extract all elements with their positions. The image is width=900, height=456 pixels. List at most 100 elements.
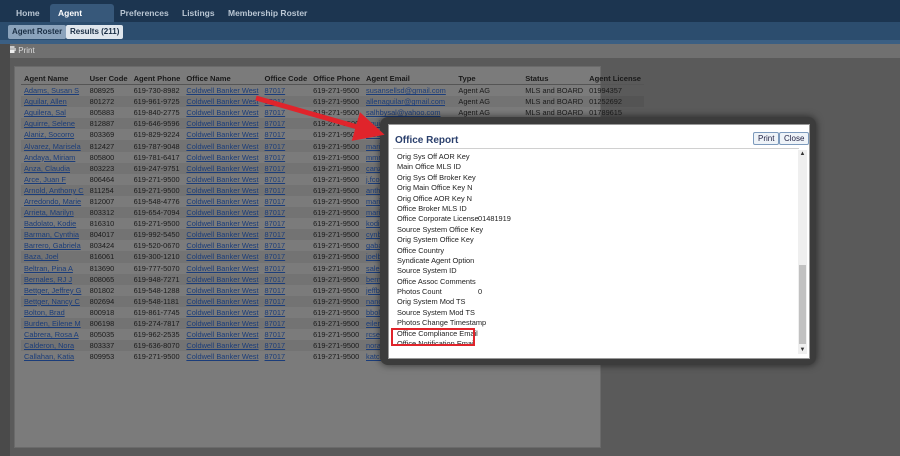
table-cell-link[interactable]: Coldwell Banker West	[183, 307, 261, 318]
table-cell-link[interactable]: Arnold, Anthony C	[21, 184, 87, 196]
table-cell-link[interactable]: Bernales, RJ J	[21, 273, 87, 285]
table-cell-link[interactable]: 87017	[262, 329, 311, 340]
table-cell-link[interactable]: Coldwell Banker West	[183, 251, 262, 263]
subtab-results[interactable]: Results (211)	[66, 25, 124, 39]
table-cell-link[interactable]: 87017	[262, 85, 311, 97]
column-header[interactable]: Office Code	[261, 72, 311, 85]
table-cell-link[interactable]: Anza, Claudia	[21, 162, 87, 174]
table-cell-link[interactable]: Coldwell Banker West	[183, 329, 261, 340]
table-cell-link[interactable]: 87017	[262, 218, 311, 229]
table-cell-link[interactable]: 87017	[262, 152, 311, 163]
column-header[interactable]: Status	[522, 72, 587, 85]
table-cell-link[interactable]: 87017	[261, 317, 311, 330]
table-cell-link[interactable]: Coldwell Banker West	[183, 184, 262, 196]
table-cell-link[interactable]: 87017	[262, 174, 311, 185]
table-cell-link[interactable]: Aguilar, Allen	[21, 96, 87, 108]
table-cell-link[interactable]: susansellsd@gmail.com	[363, 85, 455, 97]
dialog-print-button[interactable]: Print	[753, 132, 780, 145]
table-cell-link[interactable]: Calderon, Nora	[21, 340, 87, 352]
column-header[interactable]: Type	[455, 72, 523, 85]
table-cell-link[interactable]: Bolton, Brad	[21, 307, 87, 318]
table-cell-link[interactable]: Coldwell Banker West	[183, 351, 261, 362]
table-cell-link[interactable]: allenaguilar@gmail.com	[363, 96, 456, 108]
table-cell-link[interactable]: 87017	[261, 295, 311, 307]
print-button[interactable]: Print	[8, 45, 35, 57]
table-cell-link[interactable]: 87017	[261, 118, 311, 130]
column-header[interactable]: Office Name	[183, 72, 262, 85]
scrollbar-thumb[interactable]	[799, 265, 806, 344]
column-header[interactable]: Agent License	[586, 72, 645, 85]
tab-home[interactable]: Home	[8, 4, 46, 22]
table-cell-link[interactable]: Aguirre, Selene	[21, 118, 87, 130]
table-cell-link[interactable]: Coldwell Banker West	[183, 152, 261, 163]
table-cell-link[interactable]: Cabrera, Rosa A	[21, 329, 87, 340]
column-header[interactable]: Office Phone	[310, 72, 364, 85]
scroll-up-icon[interactable]: ▲	[798, 150, 807, 158]
table-cell-link[interactable]: Coldwell Banker West	[183, 162, 262, 174]
table-cell-link[interactable]: Arce, Juan F	[21, 174, 87, 185]
table-cell-link[interactable]: Coldwell Banker West	[183, 107, 261, 118]
table-cell-link[interactable]: 87017	[261, 184, 311, 196]
table-cell-link[interactable]: Beltran, Pina A	[21, 263, 87, 274]
table-cell-link[interactable]: Coldwell Banker West	[183, 140, 262, 152]
table-cell-link[interactable]: 87017	[262, 129, 311, 140]
tab-preferences[interactable]: Preferences	[112, 4, 174, 22]
table-cell-link[interactable]: Andaya, Miriam	[21, 152, 87, 163]
table-cell-link[interactable]: Coldwell Banker West	[183, 196, 261, 207]
tab-agent-roster[interactable]: Agent Roster✕	[50, 4, 114, 36]
table-cell-link[interactable]: Coldwell Banker West	[183, 207, 262, 219]
table-cell-link[interactable]: 87017	[262, 351, 311, 362]
table-cell-link[interactable]: 87017	[262, 107, 311, 118]
table-cell-link[interactable]: 87017	[261, 251, 311, 263]
table-cell-link[interactable]: Callahan, Katia	[21, 351, 87, 362]
table-cell-link[interactable]: Coldwell Banker West	[183, 295, 262, 307]
table-cell-link[interactable]: Coldwell Banker West	[183, 263, 261, 274]
table-cell-link[interactable]: Coldwell Banker West	[183, 96, 262, 108]
column-header[interactable]: Agent Name	[21, 72, 87, 85]
dialog-close-button[interactable]: Close	[779, 132, 810, 145]
table-cell-link[interactable]: Coldwell Banker West	[183, 218, 261, 229]
table-cell-link[interactable]: Adams, Susan S	[21, 85, 87, 97]
table-cell-link[interactable]: Burden, Eilene M	[21, 317, 87, 330]
table-cell-link[interactable]: Coldwell Banker West	[183, 240, 261, 251]
table-cell-link[interactable]: Baza, Joel	[21, 251, 87, 263]
table-cell-link[interactable]: Coldwell Banker West	[183, 285, 261, 296]
table-cell-link[interactable]: Alaniz, Socorro	[21, 129, 87, 140]
column-header[interactable]: Agent Email	[363, 72, 456, 85]
table-cell-link[interactable]: Bettger, Nancy C	[21, 295, 87, 307]
table-cell-link[interactable]: 87017	[262, 263, 311, 274]
table-cell-link[interactable]: Arrieta, Marilyn	[21, 207, 87, 219]
column-header[interactable]: Agent Phone	[130, 72, 184, 85]
table-cell-link[interactable]: 87017	[261, 140, 311, 152]
table-cell-link[interactable]: Arredondo, Marie	[21, 196, 87, 207]
table-cell-link[interactable]: Aguilera, Sal	[21, 107, 87, 118]
table-cell-link[interactable]: 87017	[261, 96, 311, 108]
table-cell-link[interactable]: 87017	[261, 273, 311, 285]
table-cell-link[interactable]: Coldwell Banker West	[183, 273, 262, 285]
table-cell-link[interactable]: Coldwell Banker West	[183, 229, 262, 241]
tab-listings[interactable]: Listings	[174, 4, 226, 22]
subtab-agent-roster[interactable]: Agent Roster	[8, 25, 67, 39]
table-cell-link[interactable]: Bettger, Jeffrey G	[21, 285, 87, 296]
table-cell-link[interactable]: Coldwell Banker West	[183, 85, 261, 97]
table-cell-link[interactable]: Coldwell Banker West	[183, 118, 262, 130]
table-cell-link[interactable]: Barman, Cynthia	[21, 229, 87, 241]
column-header[interactable]: User Code	[86, 72, 131, 85]
scroll-down-icon[interactable]: ▼	[798, 346, 807, 354]
table-cell-link[interactable]: 87017	[262, 196, 311, 207]
table-cell-link[interactable]: 87017	[261, 162, 311, 174]
table-cell-link[interactable]: 87017	[262, 307, 311, 318]
table-cell-link[interactable]: 87017	[261, 207, 311, 219]
table-cell-link[interactable]: Coldwell Banker West	[183, 317, 262, 330]
tab-membership-roster[interactable]: Membership Roster	[220, 4, 320, 22]
table-cell-link[interactable]: 87017	[261, 229, 311, 241]
table-cell-link[interactable]: Barrero, Gabriela	[21, 240, 87, 251]
dialog-scrollbar[interactable]: ▲ ▼	[798, 150, 807, 354]
table-cell-link[interactable]: Coldwell Banker West	[183, 340, 262, 352]
table-cell-link[interactable]: 87017	[262, 285, 311, 296]
table-cell-link[interactable]: Coldwell Banker West	[183, 174, 261, 185]
table-cell-link[interactable]: Coldwell Banker West	[183, 129, 261, 140]
table-cell-link[interactable]: 87017	[262, 240, 311, 251]
table-cell-link[interactable]: Badolato, Kodie	[21, 218, 87, 229]
table-cell-link[interactable]: 87017	[261, 340, 311, 352]
